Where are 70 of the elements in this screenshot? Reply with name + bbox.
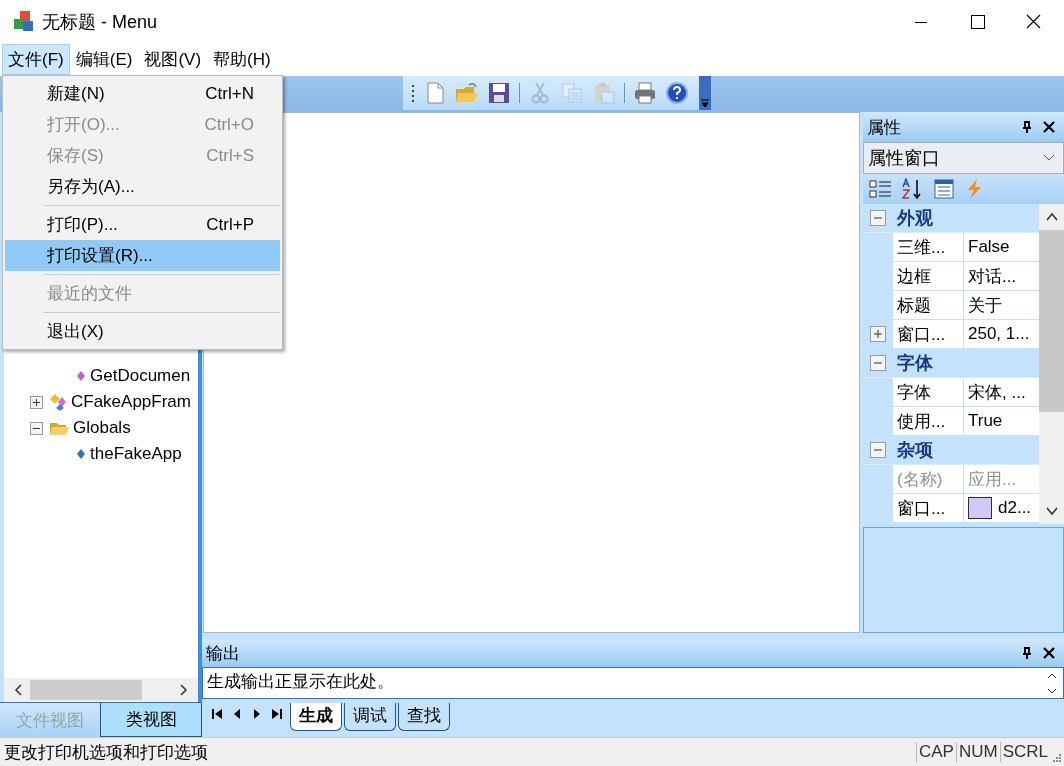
first-page-icon[interactable] [210,707,224,722]
window-title: 无标题 - Menu [42,11,159,34]
panel-title: 属性 [867,116,902,139]
property-name[interactable]: 使用... [893,407,964,435]
group-label: 字体 [897,352,933,375]
panel-title: 输出 [206,642,241,665]
scroll-left-icon[interactable] [14,684,24,696]
app-icon [12,10,36,34]
folder-icon [49,420,69,436]
last-page-icon[interactable] [270,707,284,722]
shortcut-text: Ctrl+S [206,145,254,166]
expand-icon[interactable] [30,395,43,409]
status-indicator: NUM [955,742,1000,762]
categorized-icon[interactable] [869,178,893,200]
printer-icon[interactable] [633,81,657,105]
tree-item[interactable]: theFakeApp [90,444,182,464]
vertical-scrollbar[interactable] [1039,204,1064,524]
scroll-down-icon[interactable] [1045,506,1058,516]
variable-icon [76,448,86,460]
scroll-down-icon[interactable] [1046,686,1058,695]
grip-icon[interactable] [411,84,415,102]
list-icon[interactable] [933,178,955,200]
collapse-icon[interactable] [30,421,43,435]
output-tab[interactable]: 生成 [290,703,342,732]
dropdown-value: 属性窗口 [868,147,940,170]
pin-icon[interactable] [1020,646,1034,661]
menu-item[interactable]: 视图(V) [138,43,208,75]
menu-item[interactable]: 打印设置(R)... [5,240,280,271]
tree-item[interactable]: CFakeAppFram [71,392,191,412]
property-name[interactable]: 字体 [893,378,964,406]
shortcut-text: Ctrl+O [204,114,254,135]
group-label: 外观 [897,207,933,230]
resize-grip-icon[interactable] [1052,753,1062,763]
status-indicator: SCRL [999,742,1050,762]
status-indicator: CAP [915,742,956,762]
output-tab[interactable]: 调试 [344,703,396,732]
class-icon [49,393,67,411]
chevron-down-icon [1043,154,1055,162]
dropdown[interactable]: 属性窗口 [863,142,1064,174]
property-name[interactable]: 边框 [893,262,964,290]
shortcut-text: Ctrl+N [205,83,254,104]
property-name[interactable]: 窗口... [893,494,964,522]
menu-item[interactable]: 编辑(E) [69,43,139,75]
close-icon[interactable] [1042,120,1056,134]
output-tab[interactable]: 查找 [398,703,450,732]
pin-icon[interactable] [1020,120,1034,134]
panel-tab[interactable]: 类视图 [100,703,202,737]
status-text: 更改打印机选项和打印选项 [4,741,209,764]
shortcut-text: Ctrl+P [206,214,254,235]
tree-item[interactable]: GetDocumen [90,366,191,386]
scroll-up-icon[interactable] [1046,671,1058,680]
scroll-thumb[interactable] [30,680,142,700]
menu-item[interactable]: 退出(X) [5,316,280,347]
tree-item[interactable]: Globals [73,418,131,438]
scroll-thumb[interactable] [1039,230,1064,412]
overflow-icon[interactable] [699,76,711,110]
close-icon[interactable] [1042,646,1056,661]
menu-item[interactable]: 文件(F) [2,43,70,75]
help-icon[interactable] [665,81,689,105]
method-icon [76,370,86,382]
scroll-up-icon[interactable] [1045,212,1058,222]
menu-item[interactable]: 打印(P)... Ctrl+P [5,209,280,240]
menu-item[interactable]: 帮助(H) [207,43,277,75]
property-name[interactable]: 三维... [893,233,964,261]
property-name[interactable]: 窗口... [893,320,964,348]
group-label: 杂项 [897,439,933,462]
menu-item[interactable]: 另存为(A)... [5,171,280,202]
property-name[interactable]: 标题 [893,291,964,319]
scroll-right-icon[interactable] [178,684,188,696]
output-line: 生成输出正显示在此处。 [207,671,395,694]
